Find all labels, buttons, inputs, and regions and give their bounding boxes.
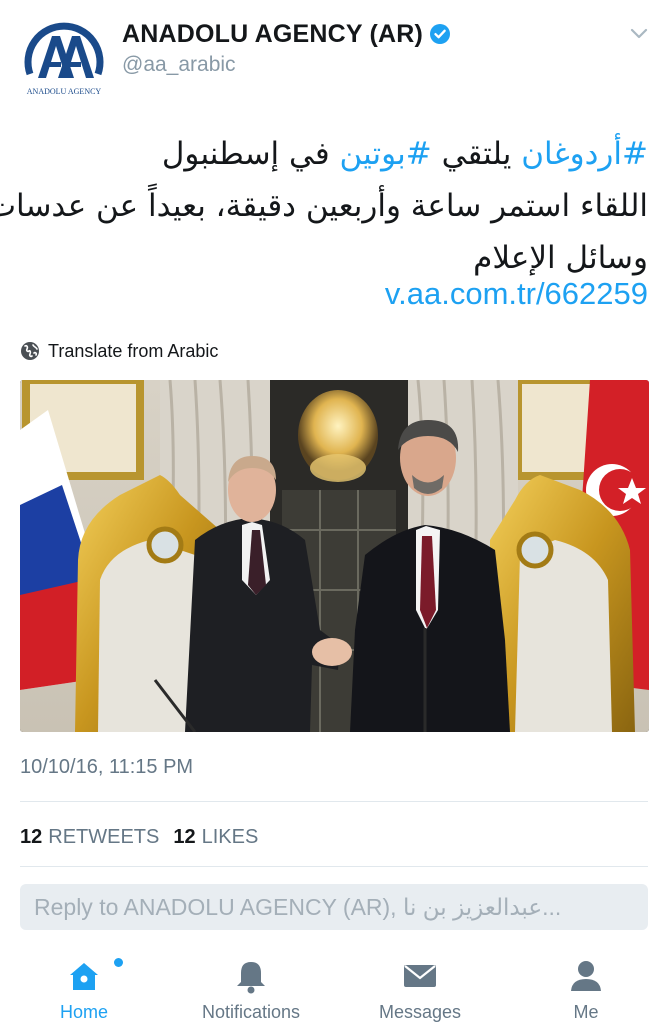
tweet-text: #أردوغان يلتقي #بوتين في إسطنبول اللقاء …: [0, 128, 648, 284]
new-content-dot: [114, 958, 123, 967]
globe-icon: [21, 342, 39, 360]
tab-messages[interactable]: Messages: [350, 956, 490, 1023]
likes-stat[interactable]: 12 LIKES: [173, 826, 258, 849]
translate-label: Translate from Arabic: [48, 340, 219, 361]
anadolu-logo-icon: ANADOLU AGENCY: [24, 22, 104, 96]
tweet-photo[interactable]: [20, 380, 649, 732]
tab-notifications[interactable]: Notifications: [181, 956, 321, 1023]
tweet-link[interactable]: v.aa.com.tr/662259: [385, 276, 648, 312]
tweet-text-segment: في إسطنبول: [161, 136, 340, 172]
tab-me-label: Me: [573, 1002, 599, 1022]
home-icon: [70, 963, 98, 990]
tab-home-label: Home: [59, 1002, 108, 1022]
display-name-text: ANADOLU AGENCY (AR): [122, 20, 424, 48]
divider: [20, 801, 648, 802]
envelope-icon: [404, 965, 436, 987]
tweet-line-2: اللقاء استمر ساعة وأربعين دقيقة، بعيداً …: [0, 188, 648, 224]
retweets-label: RETWEETS: [48, 826, 160, 848]
tweet-line-1: #أردوغان يلتقي #بوتين في إسطنبول: [18, 128, 648, 180]
tab-home[interactable]: Home: [14, 956, 154, 1023]
reply-placeholder: Reply to ANADOLU AGENCY (AR), عبدالعزيز …: [34, 893, 562, 920]
retweets-stat[interactable]: 12 RETWEETS: [20, 826, 159, 849]
tab-me[interactable]: Me: [516, 956, 656, 1023]
tweet-stats: 12 RETWEETS 12 LIKES: [20, 826, 258, 849]
retweets-count: 12: [20, 826, 43, 848]
hashtag-putin[interactable]: #بوتين: [340, 136, 432, 172]
person-icon: [571, 961, 601, 991]
chevron-down-icon[interactable]: [630, 28, 648, 40]
likes-label: LIKES: [201, 826, 259, 848]
tab-notifications-label: Notifications: [201, 1002, 301, 1022]
display-name[interactable]: ANADOLU AGENCY (AR): [122, 20, 451, 49]
bottom-tab-bar: Home Notifications Messages Me: [0, 944, 668, 1024]
account-avatar[interactable]: ANADOLU AGENCY: [18, 8, 110, 100]
bell-icon: [237, 962, 265, 994]
tweet-text-segment: يلتقي: [431, 136, 522, 172]
translate-button[interactable]: Translate from Arabic: [20, 338, 218, 364]
likes-count: 12: [173, 826, 196, 848]
divider: [20, 866, 648, 867]
logo-caption: ANADOLU AGENCY: [27, 87, 102, 96]
tweet-header: ANADOLU AGENCY ANADOLU AGENCY (AR) @aa_a…: [0, 0, 668, 110]
account-handle[interactable]: @aa_arabic: [122, 53, 236, 77]
tab-messages-label: Messages: [378, 1002, 462, 1022]
reply-input[interactable]: Reply to ANADOLU AGENCY (AR), عبدالعزيز …: [20, 884, 648, 930]
hashtag-erdogan[interactable]: #أردوغان: [521, 136, 648, 172]
verified-badge-icon: [430, 24, 451, 44]
tweet-timestamp: 10/10/16, 11:15 PM: [20, 756, 194, 778]
photo-leaders-handshake: [20, 380, 649, 732]
